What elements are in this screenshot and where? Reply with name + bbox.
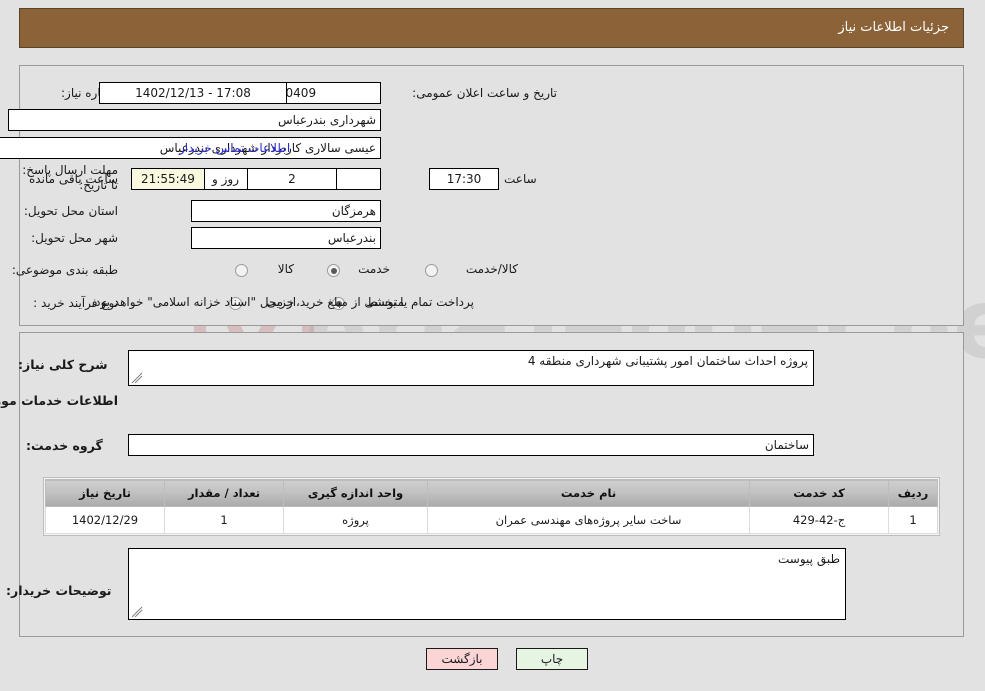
buyer-notes-text: طبق پیوست [779, 552, 841, 566]
label-service-group: گروه خدمت: [27, 438, 104, 453]
col-quantity: تعداد / مقدار [165, 479, 285, 507]
label-general-description: شرح کلی نیاز: [19, 357, 109, 372]
services-table: ردیف کد خدمت نام خدمت واحد اندازه گیری ت… [44, 477, 941, 536]
field-deadline-time[interactable]: 17:30 [430, 168, 500, 190]
table-row: 1 ج-42-429 ساخت سایر پروژه‌های مهندسی عم… [46, 506, 939, 534]
print-button[interactable]: چاپ [517, 648, 589, 670]
radio-category-goods-service[interactable] [426, 264, 439, 277]
label-category-goods: کالا [278, 262, 295, 276]
radio-category-service[interactable] [328, 264, 341, 277]
field-delivery-city[interactable]: بندرعباس [192, 227, 382, 249]
buyer-contact-info-link[interactable]: اطلاعات تماس خریدار [180, 141, 291, 155]
label-remaining-days: روز و [213, 172, 240, 186]
field-service-group[interactable]: ساختمان [129, 434, 815, 456]
radio-category-goods[interactable] [236, 264, 249, 277]
col-service-name: نام خدمت [428, 479, 751, 507]
need-summary-panel [20, 65, 965, 326]
field-buyer-organization[interactable]: شهرداری بندرعباس [9, 109, 382, 131]
col-service-code: کد خدمت [750, 479, 890, 507]
col-need-date: تاریخ نیاز [46, 479, 166, 507]
table-header-row: ردیف کد خدمت نام خدمت واحد اندازه گیری ت… [46, 479, 939, 507]
label-subject-classification: طبقه بندی موضوعی: [12, 263, 119, 277]
back-button[interactable]: بازگشت [427, 648, 499, 670]
payment-note: پرداخت تمام یا بخشی از مبلغ خرید،از محل … [92, 295, 475, 309]
cell-index: 1 [889, 506, 939, 534]
cell-unit: پروژه [284, 506, 429, 534]
cell-service-code: ج-42-429 [750, 506, 890, 534]
cell-need-date: 1402/12/29 [46, 506, 166, 534]
label-deadline-hour: ساعت [505, 172, 538, 186]
label-delivery-city: شهر محل تحویل: [32, 231, 119, 245]
field-remaining-days[interactable]: 2 [248, 168, 338, 190]
cell-service-name: ساخت سایر پروژه‌های مهندسی عمران [428, 506, 751, 534]
label-category-service: خدمت [359, 262, 391, 276]
resize-grip-icon[interactable] [132, 372, 144, 384]
field-public-announce-datetime[interactable]: 17:08 - 1402/12/13 [100, 82, 288, 104]
page-title-bar: جزئیات اطلاعات نیاز [20, 8, 965, 48]
label-buyer-notes: توضیحات خریدار: [7, 583, 113, 598]
field-general-description[interactable]: پروژه احداث ساختمان امور پشتیبانی شهردار… [129, 350, 815, 386]
page-title: جزئیات اطلاعات نیاز [839, 20, 950, 35]
field-remaining-clock[interactable]: 21:55:49 [132, 168, 206, 190]
services-section-title: اطلاعات خدمات مورد نیاز [0, 393, 119, 408]
field-delivery-province[interactable]: هرمزگان [192, 200, 382, 222]
label-category-goods-service: کالا/خدمت [466, 262, 519, 276]
col-index: ردیف [889, 479, 939, 507]
cell-quantity: 1 [165, 506, 285, 534]
resize-grip-icon-notes[interactable] [132, 606, 144, 618]
col-unit: واحد اندازه گیری [284, 479, 429, 507]
label-public-announce: تاریخ و ساعت اعلان عمومی: [413, 86, 558, 100]
label-delivery-province: استان محل تحویل: [24, 204, 119, 218]
field-buyer-notes[interactable]: طبق پیوست [129, 548, 847, 620]
label-remaining-clock: ساعت باقی مانده [30, 172, 120, 186]
general-description-text: پروژه احداث ساختمان امور پشتیبانی شهردار… [528, 354, 809, 368]
